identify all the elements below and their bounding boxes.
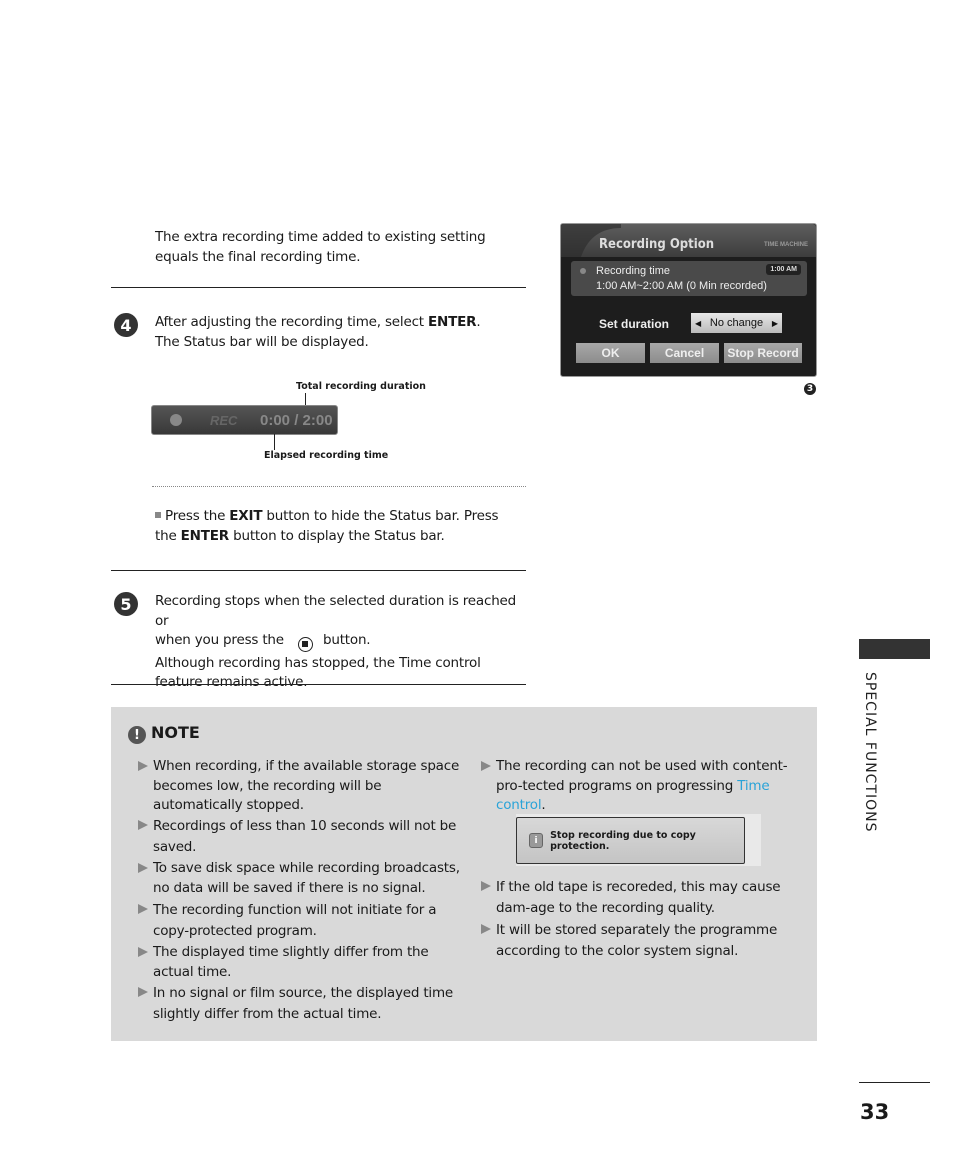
step-5-text-a: when you press the (155, 632, 284, 648)
callout-line (274, 434, 275, 450)
triangle-bullet-icon (138, 863, 148, 873)
triangle-bullet-icon (481, 881, 491, 891)
record-indicator-icon (170, 414, 182, 426)
recording-time-panel: Recording time 1:00 AM~2:00 AM (0 Min re… (571, 261, 807, 296)
enter-key-label: ENTER (180, 527, 230, 544)
stop-button-icon (297, 636, 313, 652)
exit-key-label: EXIT (229, 508, 263, 524)
note-item-text: If the old tape is recoreded, this may c… (496, 879, 781, 916)
note-item-text: The recording function will not initiate… (153, 902, 437, 939)
recording-option-dialog: Recording Option TIME MACHINE Recording … (560, 223, 817, 377)
set-duration-value: No change (709, 317, 764, 329)
step-5-line: Recording stops when the selected durati… (155, 593, 517, 629)
note-item: The displayed time slightly differ from … (138, 943, 463, 982)
callout-elapsed-time: Elapsed recording time (264, 450, 389, 461)
time-readout: 0:00 / 2:00 (260, 412, 333, 429)
note-item: In no signal or film source, the display… (138, 983, 463, 1025)
divider (111, 570, 526, 571)
step-5-line: Although recording has stopped, the Time… (155, 654, 481, 691)
tip-text: Press the EXIT button to hide the Status… (155, 507, 515, 546)
triangle-bullet-icon (138, 987, 148, 997)
triangle-bullet-icon (481, 924, 491, 934)
note-item-text: When recording, if the available storage… (153, 758, 460, 813)
copy-protection-figure: i Stop recording due to copy protection. (516, 814, 761, 866)
dialog-tag: TIME MACHINE (764, 242, 808, 248)
recording-time-value: 1:00 AM~2:00 AM (0 Min recorded) (596, 280, 767, 292)
triangle-bullet-icon (481, 761, 491, 771)
note-title: NOTE (151, 723, 200, 742)
square-bullet-icon (155, 512, 161, 518)
divider (111, 684, 526, 685)
note-box: ! NOTE When recording, if the available … (111, 707, 817, 1041)
note-item-text: To save disk space while recording broad… (153, 860, 460, 896)
section-tab (859, 639, 930, 659)
bullet-icon (580, 268, 586, 274)
stop-record-button[interactable]: Stop Record (724, 343, 802, 363)
divider (111, 287, 526, 288)
footer-rule (859, 1082, 930, 1083)
step-4-text: After adjusting the recording time, sele… (155, 313, 505, 352)
section-label: SPECIAL FUNCTIONS (862, 672, 878, 833)
note-item-text: In no signal or film source, the display… (153, 985, 454, 1022)
step-4-text-a: After adjusting the recording time, sele… (155, 314, 428, 330)
copy-protection-text: Stop recording due to copy protection. (550, 829, 696, 852)
note-item: If the old tape is recoreded, this may c… (481, 877, 811, 919)
dialog-title: Recording Option (599, 237, 715, 252)
copy-protection-message: i Stop recording due to copy protection. (516, 817, 745, 864)
clock-badge: 1:00 AM (766, 264, 801, 275)
info-icon: i (529, 833, 544, 848)
rec-label: REC (210, 413, 238, 428)
page-number: 33 (860, 1100, 890, 1124)
step-4-badge: 4 (114, 313, 138, 337)
intro-paragraph: The extra recording time added to existi… (155, 229, 486, 265)
step-5-text: Recording stops when the selected durati… (155, 592, 517, 693)
note-item: Recordings of less than 10 seconds will … (138, 816, 463, 858)
arrow-left-icon[interactable]: ◀ (695, 319, 701, 328)
step-5-badge: 5 (114, 592, 138, 616)
note-item-text: . (541, 797, 546, 813)
step-5-line: when you press the button. (155, 631, 517, 652)
ok-button[interactable]: OK (576, 343, 645, 363)
step-5-text-b: button. (322, 632, 371, 648)
note-item-text: It will be stored separately the program… (496, 922, 778, 959)
tip-a: Press the (165, 508, 230, 524)
note-item: The recording can not be used with conte… (481, 757, 806, 816)
note-item: When recording, if the available storage… (138, 757, 463, 816)
arrow-right-icon[interactable]: ▶ (772, 319, 778, 328)
triangle-bullet-icon (138, 820, 148, 830)
triangle-bullet-icon (138, 761, 148, 771)
exclamation-icon: ! (128, 726, 146, 744)
set-duration-select[interactable]: ◀ No change ▶ (691, 313, 782, 333)
enter-key-label: ENTER (427, 314, 477, 330)
figure-number-badge: 3 (804, 383, 816, 395)
note-item-text: The displayed time slightly differ from … (153, 944, 429, 980)
dialog-header: Recording Option TIME MACHINE (561, 224, 816, 257)
note-item-text: Recordings of less than 10 seconds will … (153, 818, 457, 855)
triangle-bullet-icon (138, 904, 148, 914)
recording-time-label: Recording time (596, 265, 670, 277)
triangle-bullet-icon (138, 947, 148, 957)
status-bar: REC 0:00 / 2:00 (151, 405, 338, 435)
note-item: It will be stored separately the program… (481, 920, 811, 962)
dotted-divider (152, 486, 526, 487)
note-item: The recording function will not initiate… (138, 900, 463, 942)
cancel-button[interactable]: Cancel (650, 343, 719, 363)
set-duration-label: Set duration (599, 317, 670, 331)
tip-c: button to display the Status bar. (229, 527, 445, 544)
callout-total-duration: Total recording duration (296, 381, 426, 392)
note-item: To save disk space while recording broad… (138, 859, 463, 898)
